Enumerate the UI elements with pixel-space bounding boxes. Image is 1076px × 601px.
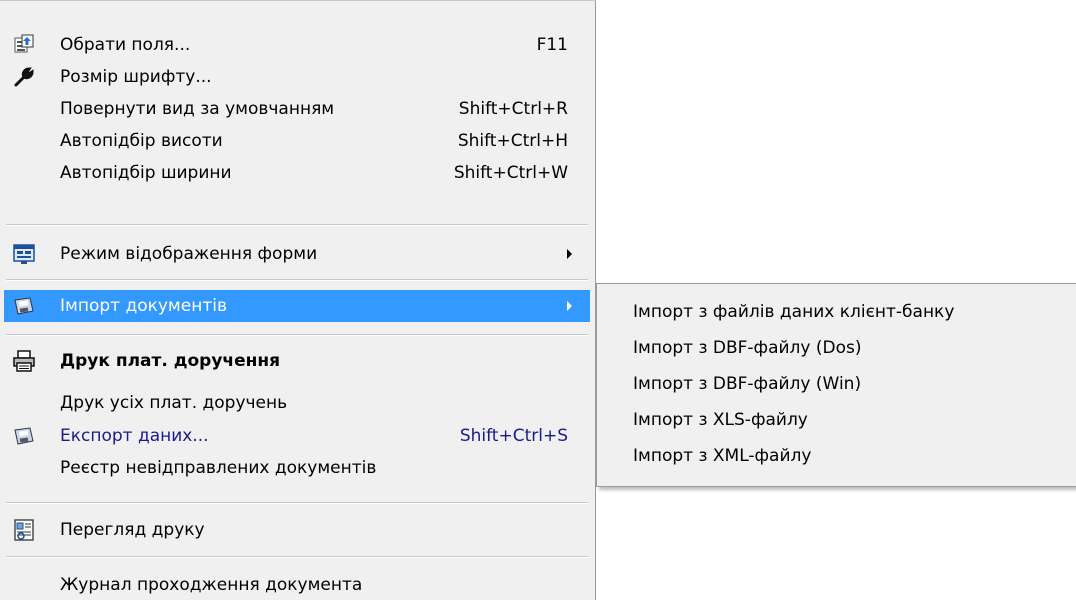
- menu-item-font-size[interactable]: Розмір шрифту...: [4, 61, 590, 93]
- menu-item-label: Імпорт документів: [60, 296, 227, 316]
- menu-item-document-journal[interactable]: Журнал проходження документа: [4, 569, 590, 601]
- menu-item-unsent-documents-register[interactable]: Реєстр невідправлених документів: [4, 452, 590, 484]
- menu-item-label: Журнал проходження документа: [60, 575, 363, 595]
- menu-separator: [6, 502, 588, 504]
- submenu-item-import-dbf-win[interactable]: Імпорт з DBF-файлу (Win): [633, 368, 861, 400]
- menu-item-reset-view[interactable]: Повернути вид за умовчанням Shift+Ctrl+R: [4, 93, 590, 125]
- menu-item-shortcut: F11: [536, 35, 568, 55]
- menu-separator: [6, 556, 588, 558]
- submenu-arrow-icon: [567, 301, 572, 311]
- import-submenu: Імпорт з файлів даних клієнт-банку Імпор…: [596, 283, 1076, 487]
- menu-item-export-data[interactable]: Експорт даних... Shift+Ctrl+S: [4, 420, 590, 452]
- printer-icon: [13, 350, 35, 372]
- menu-item-label: Друк усіх плат. доручень: [60, 393, 288, 413]
- submenu-arrow-icon: [567, 249, 572, 259]
- print-preview-icon: [13, 519, 35, 541]
- submenu-item-import-xls[interactable]: Імпорт з XLS-файлу: [633, 404, 808, 436]
- menu-item-label: Друк плат. доручення: [60, 351, 281, 371]
- submenu-item-import-client-bank[interactable]: Імпорт з файлів даних клієнт-банку: [633, 296, 954, 328]
- context-menu: Обрати поля... F11 Розмір шрифту... Пове…: [0, 0, 596, 600]
- menu-item-label: Автопідбір висоти: [60, 131, 223, 151]
- menu-item-shortcut: Shift+Ctrl+R: [458, 99, 568, 119]
- menu-item-import-documents[interactable]: Імпорт документів: [4, 290, 590, 322]
- menu-item-label: Розмір шрифту...: [60, 67, 212, 87]
- menu-separator: [6, 224, 588, 226]
- wrench-icon: [13, 66, 35, 88]
- submenu-item-import-dbf-dos[interactable]: Імпорт з DBF-файлу (Dos): [633, 332, 862, 364]
- menu-top-border: [0, 0, 596, 1]
- menu-item-label: Експорт даних...: [60, 426, 209, 446]
- menu-item-print-all-payment-orders[interactable]: Друк усіх плат. доручень: [4, 387, 590, 419]
- export-disk-icon: [13, 425, 35, 447]
- import-disk-icon: [13, 295, 35, 317]
- menu-item-autofit-width[interactable]: Автопідбір ширини Shift+Ctrl+W: [4, 157, 590, 189]
- menu-item-label: Перегляд друку: [60, 520, 205, 540]
- menu-item-form-view-mode[interactable]: Режим відображення форми: [4, 238, 590, 270]
- menu-separator: [6, 334, 588, 336]
- menu-item-shortcut: Shift+Ctrl+H: [457, 131, 568, 151]
- menu-item-label: Обрати поля...: [60, 35, 191, 55]
- select-fields-icon: [13, 34, 35, 56]
- menu-item-autofit-height[interactable]: Автопідбір висоти Shift+Ctrl+H: [4, 125, 590, 157]
- menu-item-label: Автопідбір ширини: [60, 163, 232, 183]
- submenu-item-import-xml[interactable]: Імпорт з XML-файлу: [633, 440, 811, 472]
- menu-item-label: Режим відображення форми: [60, 244, 318, 264]
- form-view-icon: [13, 243, 35, 265]
- menu-item-shortcut: Shift+Ctrl+W: [453, 163, 568, 183]
- menu-item-print-payment-order[interactable]: Друк плат. доручення: [4, 345, 590, 377]
- menu-item-select-fields[interactable]: Обрати поля... F11: [4, 29, 590, 61]
- menu-separator: [6, 279, 588, 281]
- menu-item-label: Реєстр невідправлених документів: [60, 458, 377, 478]
- menu-item-shortcut: Shift+Ctrl+S: [459, 426, 568, 446]
- menu-item-print-preview[interactable]: Перегляд друку: [4, 514, 590, 546]
- menu-item-label: Повернути вид за умовчанням: [60, 99, 335, 119]
